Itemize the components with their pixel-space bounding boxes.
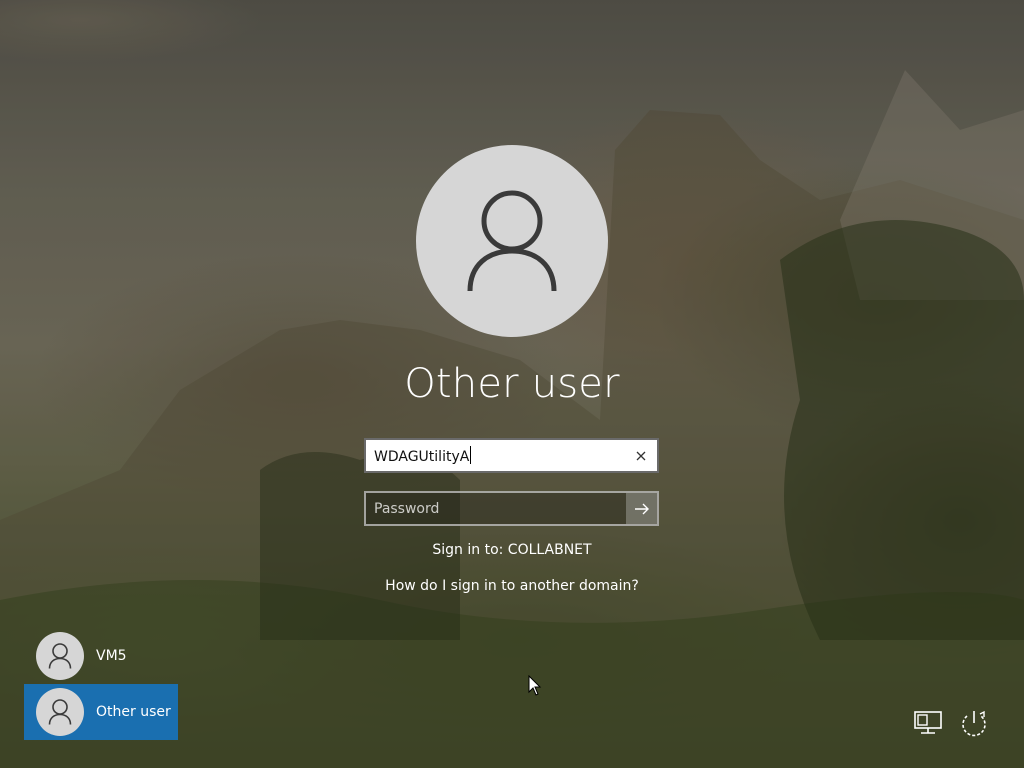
- close-icon: [636, 451, 646, 460]
- username-field[interactable]: WDAGUtilityA: [364, 438, 659, 473]
- user-name-label: VM5: [96, 648, 127, 664]
- sign-in-domain-label: Sign in to: COLLABNET: [432, 542, 592, 558]
- network-button[interactable]: [911, 706, 945, 740]
- submit-button[interactable]: [626, 493, 657, 524]
- power-button[interactable]: [957, 706, 991, 740]
- person-icon: [467, 190, 557, 292]
- text-caret: [470, 446, 472, 464]
- user-name-label: Other user: [96, 704, 171, 720]
- network-icon: [914, 711, 942, 734]
- lock-screen: Other user WDAGUtilityA Password Sign in…: [0, 0, 1024, 768]
- password-field[interactable]: Password: [364, 491, 659, 526]
- power-icon: [962, 710, 986, 737]
- user-list-item-other-user[interactable]: Other user: [24, 684, 178, 740]
- user-list-item-vm5[interactable]: VM5: [24, 628, 178, 684]
- person-icon: [48, 643, 72, 669]
- clear-username-button[interactable]: [625, 440, 657, 471]
- avatar: [36, 632, 84, 680]
- avatar: [36, 688, 84, 736]
- password-placeholder[interactable]: Password: [366, 493, 626, 524]
- user-avatar-large: [416, 145, 608, 337]
- other-domain-link[interactable]: How do I sign in to another domain?: [312, 578, 712, 594]
- selected-user-title: Other user: [404, 361, 620, 407]
- arrow-right-icon: [634, 503, 649, 514]
- username-value: WDAGUtilityA: [374, 449, 470, 465]
- person-icon: [48, 699, 72, 725]
- mouse-cursor-icon: [528, 675, 542, 696]
